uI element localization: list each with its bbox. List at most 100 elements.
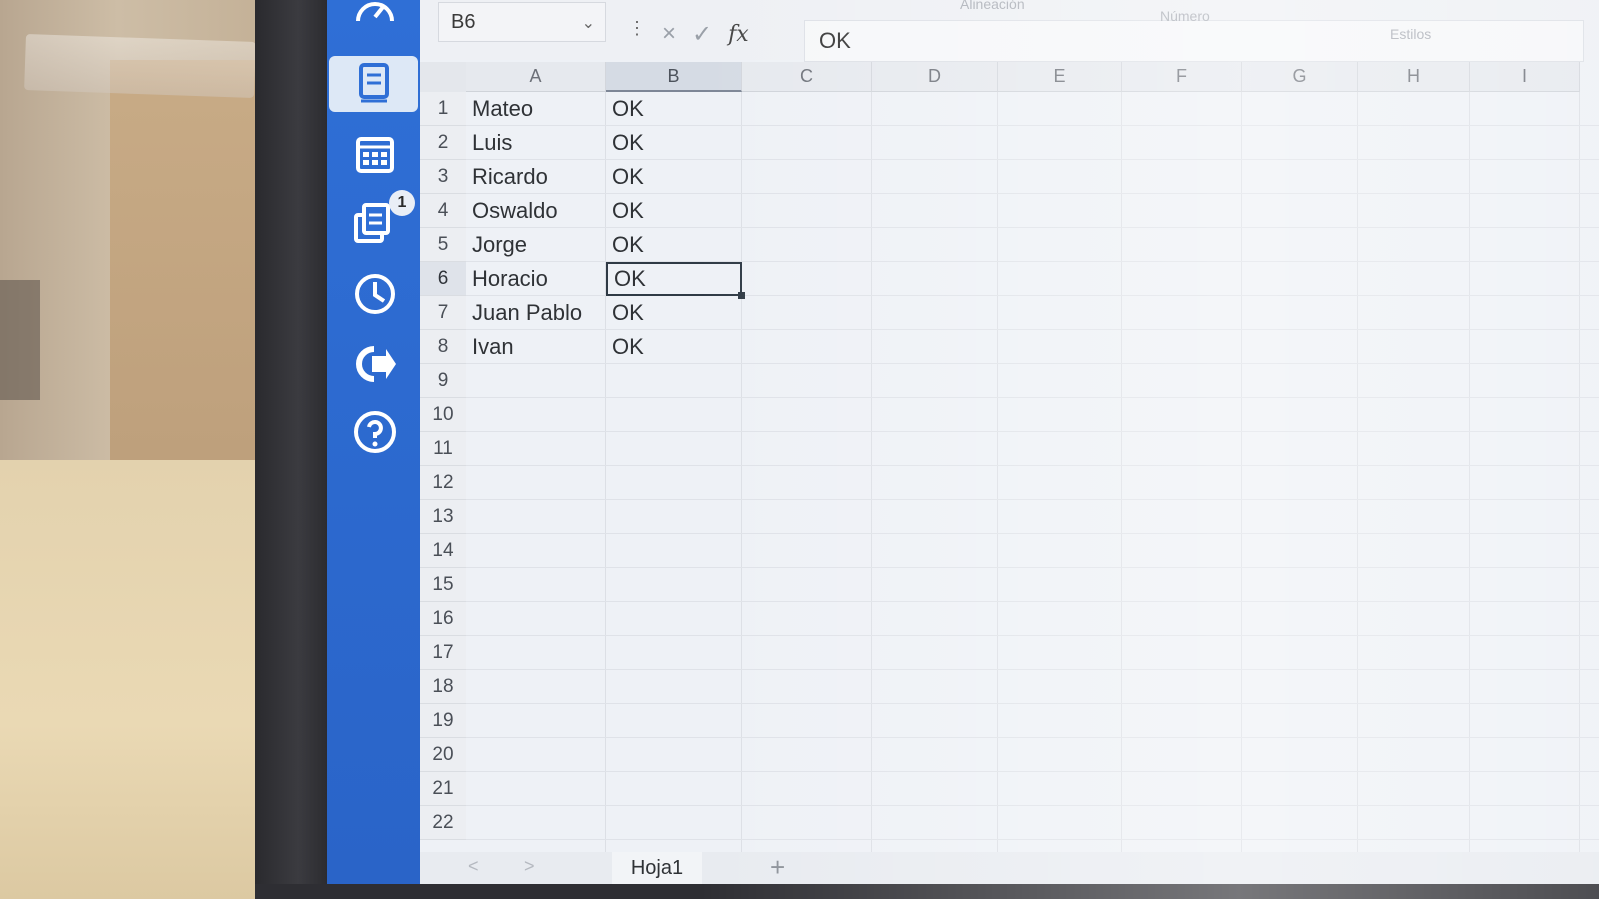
name-box-value: B6 xyxy=(451,10,476,33)
chevron-down-icon[interactable]: ⌄ xyxy=(582,13,595,33)
background-stand xyxy=(0,280,40,400)
row-header-13[interactable]: 13 xyxy=(420,500,466,534)
column-header-h[interactable]: H xyxy=(1358,62,1470,92)
column-header-i[interactable]: I xyxy=(1470,62,1580,92)
column-header-g[interactable]: G xyxy=(1242,62,1358,92)
row-header-6[interactable]: 6 xyxy=(420,262,466,296)
monitor-bezel xyxy=(255,0,327,899)
column-gridline xyxy=(1579,92,1580,852)
cancel-icon[interactable]: × xyxy=(662,20,676,48)
row-header-12[interactable]: 12 xyxy=(420,466,466,500)
row-header-19[interactable]: 19 xyxy=(420,704,466,738)
ribbon-styles-label: Estilos xyxy=(1390,26,1432,42)
row-header-11[interactable]: 11 xyxy=(420,432,466,466)
column-header-b[interactable]: B xyxy=(606,62,742,92)
row-header-15[interactable]: 15 xyxy=(420,568,466,602)
cell-a8[interactable]: Ivan xyxy=(466,330,606,364)
name-box[interactable]: B6 ⌄ xyxy=(438,2,606,42)
sheet-tab-bar: < > Hoja1 + xyxy=(420,852,1599,884)
column-gridline xyxy=(871,92,872,852)
cell-a7[interactable]: Juan Pablo xyxy=(466,296,606,330)
photo-scene: 1 B6 ⌄ ⋮ × ✓ fx OK Alineación Número Est… xyxy=(0,0,1599,899)
row-gridline xyxy=(466,771,1599,772)
background-cardboard xyxy=(110,60,260,460)
active-cell[interactable]: OK xyxy=(606,262,745,299)
next-sheet-icon[interactable]: > xyxy=(524,856,535,877)
row-gridline xyxy=(466,805,1599,806)
nav-history[interactable] xyxy=(345,268,405,324)
row-header-9[interactable]: 9 xyxy=(420,364,466,398)
nav-book[interactable] xyxy=(329,56,418,112)
cell-b1[interactable]: OK xyxy=(606,92,742,126)
cell-a2[interactable]: Luis xyxy=(466,126,606,160)
row-gridline xyxy=(466,635,1599,636)
row-header-16[interactable]: 16 xyxy=(420,602,466,636)
cell-b4[interactable]: OK xyxy=(606,194,742,228)
row-header-14[interactable]: 14 xyxy=(420,534,466,568)
insert-function-icon[interactable]: fx xyxy=(728,22,749,47)
sheet-grid: A B C D E F G H I 1 2 3 4 5 6 7 8 9 10 11 12 13 14 15 16 17 18 19 20… xyxy=(420,62,1599,852)
cell-a3[interactable]: Ricardo xyxy=(466,160,606,194)
sheet-tab-hoja1[interactable]: Hoja1 xyxy=(612,852,702,884)
nav-documents[interactable]: 1 xyxy=(345,190,415,252)
logout-icon xyxy=(350,339,400,394)
add-sheet-button[interactable]: + xyxy=(770,852,785,883)
cell-a5[interactable]: Jorge xyxy=(466,228,606,262)
cell-b3[interactable]: OK xyxy=(606,160,742,194)
row-header-20[interactable]: 20 xyxy=(420,738,466,772)
row-header-1[interactable]: 1 xyxy=(420,92,466,126)
cell-a6[interactable]: Horacio xyxy=(466,262,606,296)
row-header-22[interactable]: 22 xyxy=(420,806,466,840)
column-header-f[interactable]: F xyxy=(1122,62,1242,92)
cell-b5[interactable]: OK xyxy=(606,228,742,262)
column-header-e[interactable]: E xyxy=(998,62,1122,92)
row-gridline xyxy=(466,397,1599,398)
clock-icon xyxy=(350,269,400,324)
row-header-2[interactable]: 2 xyxy=(420,126,466,160)
row-gridline xyxy=(466,499,1599,500)
confirm-icon[interactable]: ✓ xyxy=(692,20,712,49)
calendar-icon xyxy=(350,129,400,184)
row-header-8[interactable]: 8 xyxy=(420,330,466,364)
column-gridline xyxy=(1241,92,1242,852)
column-gridline xyxy=(1469,92,1470,852)
cell-a4[interactable]: Oswaldo xyxy=(466,194,606,228)
row-header-21[interactable]: 21 xyxy=(420,772,466,806)
column-header-a[interactable]: A xyxy=(466,62,606,92)
row-gridline xyxy=(466,567,1599,568)
book-icon xyxy=(349,57,399,112)
row-header-4[interactable]: 4 xyxy=(420,194,466,228)
ribbon-number-label: Número xyxy=(1160,8,1210,24)
row-header-17[interactable]: 17 xyxy=(420,636,466,670)
cell-a1[interactable]: Mateo xyxy=(466,92,606,126)
nav-help[interactable] xyxy=(345,406,405,462)
monitor-bezel-bottom xyxy=(255,884,1599,899)
row-header-18[interactable]: 18 xyxy=(420,670,466,704)
row-gridline xyxy=(466,839,1599,840)
cell-b2[interactable]: OK xyxy=(606,126,742,160)
row-gridline xyxy=(466,431,1599,432)
column-header-d[interactable]: D xyxy=(872,62,998,92)
column-header-c[interactable]: C xyxy=(742,62,872,92)
row-header-7[interactable]: 7 xyxy=(420,296,466,330)
nav-logout[interactable] xyxy=(345,338,405,394)
formula-input-value: OK xyxy=(819,28,851,53)
row-header-10[interactable]: 10 xyxy=(420,398,466,432)
help-icon xyxy=(350,407,400,462)
dashboard-gauge-icon xyxy=(350,0,400,42)
nav-dashboard[interactable] xyxy=(345,0,405,42)
more-options-icon[interactable]: ⋮ xyxy=(628,18,646,39)
select-all-corner[interactable] xyxy=(420,62,466,92)
cell-b8[interactable]: OK xyxy=(606,330,742,364)
cell-b7[interactable]: OK xyxy=(606,296,742,330)
prev-sheet-icon[interactable]: < xyxy=(468,856,479,877)
formula-buttons: × ✓ fx xyxy=(652,14,802,54)
formula-input[interactable]: OK xyxy=(804,20,1584,62)
row-gridline xyxy=(466,465,1599,466)
nav-calendar[interactable] xyxy=(345,128,405,184)
row-gridline xyxy=(466,703,1599,704)
formula-bar: B6 ⌄ ⋮ × ✓ fx OK Alineación Número Estil… xyxy=(420,0,1599,62)
row-header-5[interactable]: 5 xyxy=(420,228,466,262)
row-gridline xyxy=(466,669,1599,670)
row-header-3[interactable]: 3 xyxy=(420,160,466,194)
